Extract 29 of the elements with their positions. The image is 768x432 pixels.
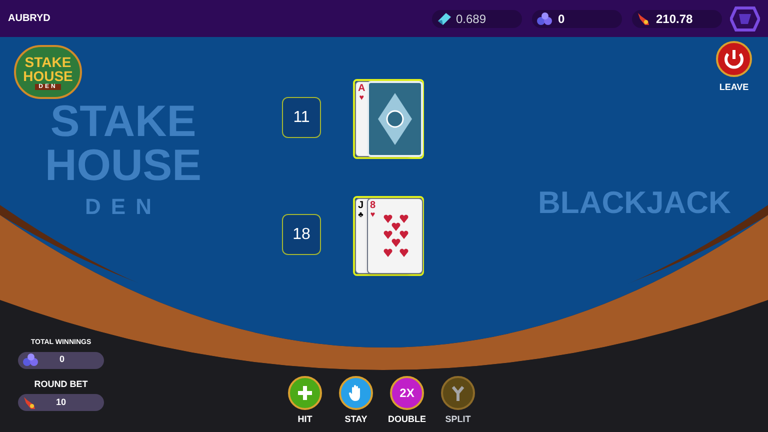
logo-text: STAKE [24, 54, 72, 68]
card-suit: ♣ [358, 211, 364, 219]
action-label: DOUBLE [388, 413, 426, 426]
logo-text: HOUSE [23, 68, 73, 82]
balance-value: 0.689 [456, 10, 486, 28]
username: AUBRYD [8, 12, 50, 26]
card-suit: ♥ [370, 211, 376, 219]
power-button[interactable] [716, 41, 752, 77]
score-box: 18 [282, 214, 321, 255]
score-box: 11 [282, 97, 321, 138]
brand-icon[interactable] [730, 6, 760, 32]
balance-value: 0 [558, 10, 565, 28]
action-label: HIT [298, 413, 312, 426]
card-rank: A [358, 84, 366, 94]
plus-icon [297, 385, 313, 401]
gem-icon [436, 12, 452, 26]
card-rank: J [358, 201, 364, 211]
stat-label: ROUND BET [34, 378, 88, 390]
stat-value: 10 [54, 396, 67, 409]
split-arrow-icon [450, 384, 466, 402]
card-suit: ♥ [359, 94, 364, 102]
leave-label: LEAVE [719, 81, 749, 94]
chips-icon [536, 12, 554, 26]
stat-value: 0 [58, 353, 66, 366]
card-rank: 8 [370, 201, 376, 211]
balance-value: 210.78 [656, 10, 693, 28]
action-label: SPLIT [445, 413, 471, 426]
chips-icon [22, 353, 40, 367]
action-label: STAY [344, 413, 368, 426]
